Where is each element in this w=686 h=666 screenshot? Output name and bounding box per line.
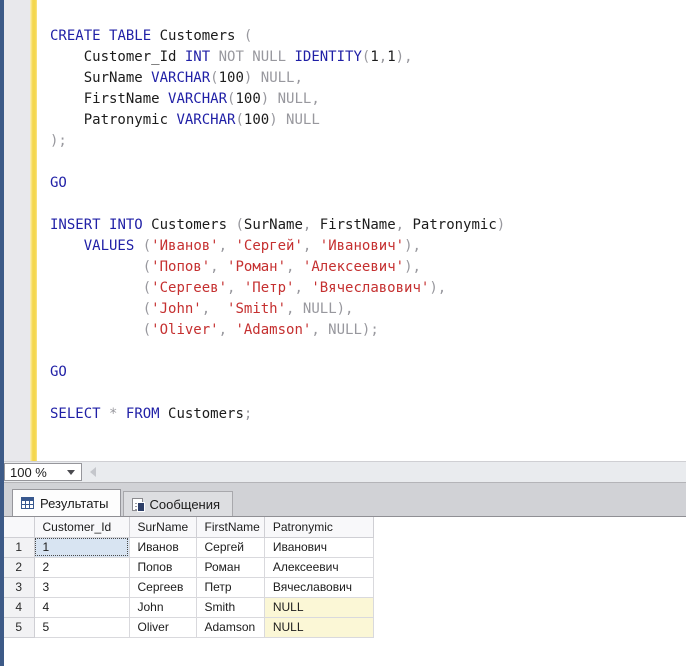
code-line: CREATE TABLE Customers ( bbox=[50, 26, 686, 47]
tab-results[interactable]: Результаты bbox=[12, 489, 121, 516]
grid-cell[interactable]: Роман bbox=[196, 557, 264, 577]
row-header[interactable]: 2 bbox=[4, 557, 34, 577]
tab-label: Сообщения bbox=[149, 497, 220, 512]
code-line: FirstName VARCHAR(100) NULL, bbox=[50, 89, 686, 110]
zoom-level-value: 100 % bbox=[10, 465, 67, 480]
editor-status-bar: 100 % bbox=[4, 461, 686, 483]
code-line: ); bbox=[50, 131, 686, 152]
code-line: INSERT INTO Customers (SurName, FirstNam… bbox=[50, 215, 686, 236]
grid-cell[interactable]: 5 bbox=[34, 617, 129, 637]
table-row: 22ПоповРоманАлексеевич bbox=[4, 557, 373, 577]
results-tabstrip: Результаты Сообщения bbox=[4, 483, 686, 516]
row-header[interactable]: 5 bbox=[4, 617, 34, 637]
grid-cell[interactable]: 4 bbox=[34, 597, 129, 617]
code-line: SurName VARCHAR(100) NULL, bbox=[50, 68, 686, 89]
grid-icon bbox=[21, 497, 34, 509]
grid-cell[interactable]: John bbox=[129, 597, 196, 617]
grid-cell[interactable]: Smith bbox=[196, 597, 264, 617]
table-row: 33СергеевПетрВячеславович bbox=[4, 577, 373, 597]
grid-cell[interactable]: NULL bbox=[264, 597, 373, 617]
code-line: ('Сергеев', 'Петр', 'Вячеславович'), bbox=[50, 278, 686, 299]
code-line: Patronymic VARCHAR(100) NULL bbox=[50, 110, 686, 131]
table-row: 11ИвановСергейИванович bbox=[4, 537, 373, 557]
grid-cell[interactable]: 2 bbox=[34, 557, 129, 577]
grid-cell[interactable]: Иванович bbox=[264, 537, 373, 557]
code-line bbox=[50, 341, 686, 362]
zoom-level-select[interactable]: 100 % bbox=[4, 463, 82, 481]
code-line: GO bbox=[50, 362, 686, 383]
sql-code[interactable]: CREATE TABLE Customers ( Customer_Id INT… bbox=[37, 0, 686, 461]
row-header[interactable]: 3 bbox=[4, 577, 34, 597]
grid-cell[interactable]: Алексеевич bbox=[264, 557, 373, 577]
horizontal-scrollbar[interactable] bbox=[82, 462, 686, 482]
code-line: Customer_Id INT NOT NULL IDENTITY(1,1), bbox=[50, 47, 686, 68]
grid-cell[interactable]: Adamson bbox=[196, 617, 264, 637]
column-header[interactable]: Customer_Id bbox=[34, 517, 129, 537]
code-line: ('Oliver', 'Adamson', NULL); bbox=[50, 320, 686, 341]
code-line: VALUES ('Иванов', 'Сергей', 'Иванович'), bbox=[50, 236, 686, 257]
code-line bbox=[50, 194, 686, 215]
results-grid: Customer_IdSurNameFirstNamePatronymic11И… bbox=[4, 517, 374, 638]
chevron-down-icon bbox=[67, 470, 75, 475]
column-header[interactable]: FirstName bbox=[196, 517, 264, 537]
grid-cell[interactable]: 1 bbox=[34, 537, 129, 557]
grid-cell[interactable]: NULL bbox=[264, 617, 373, 637]
code-line: ('John', 'Smith', NULL), bbox=[50, 299, 686, 320]
editor-indicator-margin bbox=[4, 0, 30, 461]
row-header[interactable]: 1 bbox=[4, 537, 34, 557]
grid-cell[interactable]: Oliver bbox=[129, 617, 196, 637]
table-row: 55OliverAdamsonNULL bbox=[4, 617, 373, 637]
column-header[interactable]: SurName bbox=[129, 517, 196, 537]
grid-cell[interactable]: Петр bbox=[196, 577, 264, 597]
code-line bbox=[50, 152, 686, 173]
row-header[interactable]: 4 bbox=[4, 597, 34, 617]
grid-cell[interactable]: Иванов bbox=[129, 537, 196, 557]
grid-cell[interactable]: 3 bbox=[34, 577, 129, 597]
results-pane: Результаты Сообщения Customer_IdSurNameFi… bbox=[4, 483, 686, 666]
code-line: SELECT * FROM Customers; bbox=[50, 404, 686, 425]
code-line bbox=[50, 383, 686, 404]
scroll-left-arrow-icon[interactable] bbox=[90, 467, 96, 477]
column-header[interactable]: Patronymic bbox=[264, 517, 373, 537]
tab-label: Результаты bbox=[40, 496, 108, 511]
editor-change-tracking-bar bbox=[30, 0, 37, 461]
grid-header-row: Customer_IdSurNameFirstNamePatronymic bbox=[4, 517, 373, 537]
messages-icon bbox=[132, 498, 143, 511]
grid-cell[interactable]: Сергеев bbox=[129, 577, 196, 597]
tab-messages[interactable]: Сообщения bbox=[123, 491, 233, 516]
code-line: ('Попов', 'Роман', 'Алексеевич'), bbox=[50, 257, 686, 278]
sql-editor[interactable]: CREATE TABLE Customers ( Customer_Id INT… bbox=[4, 0, 686, 461]
ssms-query-window: CREATE TABLE Customers ( Customer_Id INT… bbox=[0, 0, 686, 666]
grid-cell[interactable]: Вячеславович bbox=[264, 577, 373, 597]
grid-corner-cell[interactable] bbox=[4, 517, 34, 537]
grid-cell[interactable]: Сергей bbox=[196, 537, 264, 557]
results-grid-area: Customer_IdSurNameFirstNamePatronymic11И… bbox=[4, 516, 686, 666]
code-line: GO bbox=[50, 173, 686, 194]
table-row: 44JohnSmithNULL bbox=[4, 597, 373, 617]
grid-cell[interactable]: Попов bbox=[129, 557, 196, 577]
